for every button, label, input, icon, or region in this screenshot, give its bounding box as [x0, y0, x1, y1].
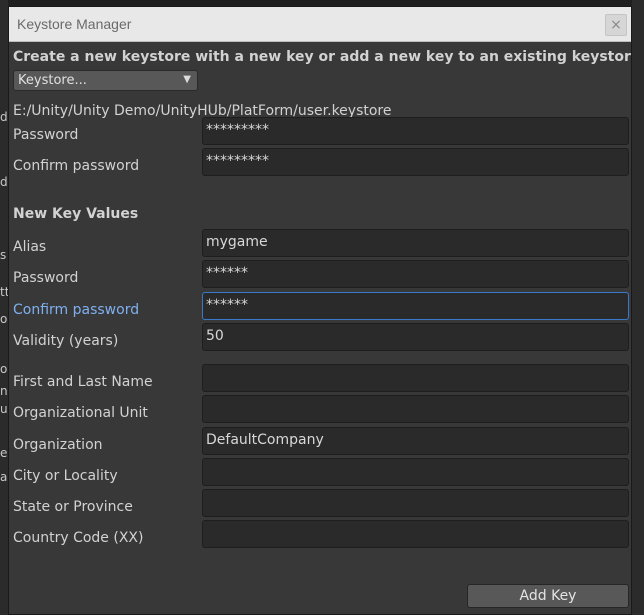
close-button[interactable]: × [605, 14, 627, 36]
keystore-manager-window: Keystore Manager × Create a new keystore… [8, 6, 632, 615]
keystore-password-label: Password [13, 127, 79, 143]
name-label: First and Last Name [13, 374, 153, 390]
instructions-header: Create a new keystore with a new key or … [13, 49, 632, 65]
city-label: City or Locality [13, 468, 118, 484]
keystore-confirm-password-label: Confirm password [13, 158, 140, 174]
alias-label: Alias [13, 239, 47, 255]
keystore-password-field[interactable]: ********* [202, 117, 629, 145]
close-icon: × [610, 17, 622, 33]
background-fragment: or [0, 312, 8, 326]
city-field[interactable] [202, 458, 629, 486]
organizational-unit-field[interactable] [202, 395, 629, 423]
background-fragment: tt [0, 285, 8, 299]
organizational-unit-label: Organizational Unit [13, 405, 148, 421]
background-fragment: al [0, 470, 8, 484]
key-confirm-password-label: Confirm password [13, 302, 140, 318]
background-fragment: d [0, 110, 8, 124]
key-confirm-password-field[interactable]: ****** [202, 292, 629, 320]
window-title: Keystore Manager [17, 16, 132, 32]
key-password-label: Password [13, 270, 79, 286]
chevron-down-icon: ▼ [183, 74, 191, 85]
new-key-section-title: New Key Values [13, 206, 139, 222]
key-password-field[interactable]: ****** [202, 260, 629, 288]
window-titlebar[interactable]: Keystore Manager × [9, 7, 631, 42]
keystore-confirm-password-field[interactable]: ********* [202, 148, 629, 176]
background-fragment: d [0, 175, 8, 189]
keystore-dropdown[interactable]: Keystore... ▼ [13, 70, 198, 91]
background-fragment: s [0, 248, 7, 262]
state-field[interactable] [202, 489, 629, 517]
validity-label: Validity (years) [13, 333, 119, 349]
country-code-field[interactable] [202, 520, 629, 548]
alias-field[interactable]: mygame [202, 229, 629, 257]
background-editor-left [0, 0, 8, 615]
name-field[interactable] [202, 364, 629, 392]
background-fragment: or [0, 362, 8, 376]
background-fragment: u [0, 402, 8, 416]
keystore-dropdown-label: Keystore... [18, 73, 87, 88]
validity-field[interactable]: 50 [202, 323, 629, 351]
organization-field[interactable]: DefaultCompany [202, 427, 629, 455]
background-fragment: e [0, 446, 8, 460]
organization-label: Organization [13, 437, 103, 453]
state-label: State or Province [13, 499, 133, 515]
window-content: Create a new keystore with a new key or … [9, 41, 631, 614]
add-key-button[interactable]: Add Key [467, 584, 629, 608]
background-fragment: na [0, 384, 8, 398]
background-editor-right [632, 0, 644, 615]
country-code-label: Country Code (XX) [13, 530, 144, 546]
